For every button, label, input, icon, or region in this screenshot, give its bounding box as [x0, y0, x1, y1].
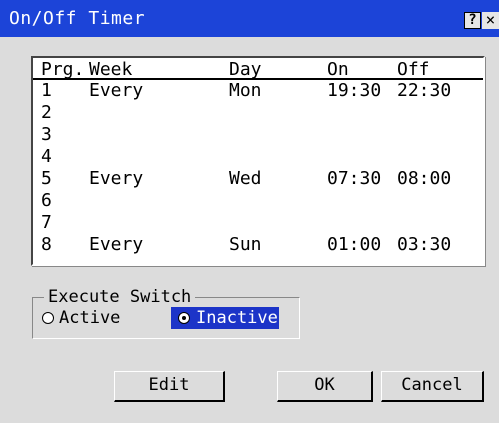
column-header-prg: Prg. — [41, 59, 85, 80]
program-week: Every — [89, 234, 144, 255]
radio-unchecked-icon[interactable] — [42, 312, 54, 324]
program-on-time: 19:30 — [327, 80, 382, 101]
radio-inactive-label: Inactive — [196, 308, 278, 328]
program-day: Wed — [229, 168, 262, 189]
program-number: 8 — [41, 234, 52, 255]
timer-program-table: Prg. Week Day On Off 1 Every Mon 19:30 2… — [31, 56, 485, 266]
program-number: 6 — [41, 190, 52, 211]
execute-switch-label: Execute Switch — [44, 287, 196, 307]
program-number: 2 — [41, 102, 52, 123]
ok-button[interactable]: OK — [277, 371, 373, 402]
radio-checked-icon[interactable] — [178, 312, 190, 324]
column-header-off: Off — [397, 59, 430, 80]
table-row[interactable]: 8 Every Sun 01:00 03:30 — [33, 234, 483, 258]
program-off-time: 22:30 — [397, 80, 452, 101]
program-number: 5 — [41, 168, 52, 189]
program-on-time: 07:30 — [327, 168, 382, 189]
table-row[interactable]: 5 Every Wed 07:30 08:00 — [33, 168, 483, 192]
column-header-day: Day — [229, 59, 262, 80]
program-day: Mon — [229, 80, 262, 101]
table-row[interactable]: 6 — [33, 190, 483, 214]
program-off-time: 08:00 — [397, 168, 452, 189]
table-row[interactable]: 4 — [33, 146, 483, 170]
table-row[interactable]: 1 Every Mon 19:30 22:30 — [33, 80, 483, 104]
radio-inactive[interactable]: Inactive — [171, 307, 279, 329]
program-week: Every — [89, 168, 144, 189]
program-day: Sun — [229, 234, 262, 255]
help-icon[interactable]: ? — [464, 12, 481, 29]
program-number: 7 — [41, 212, 52, 233]
program-off-time: 03:30 — [397, 234, 452, 255]
program-number: 4 — [41, 146, 52, 167]
table-row[interactable]: 2 — [33, 102, 483, 126]
window-title: On/Off Timer — [9, 8, 146, 29]
table-row[interactable]: 3 — [33, 124, 483, 148]
program-number: 3 — [41, 124, 52, 145]
program-number: 1 — [41, 80, 52, 101]
edit-button[interactable]: Edit — [114, 371, 225, 402]
on-off-timer-dialog: On/Off Timer ? × Prg. Week Day On Off 1 … — [0, 0, 499, 423]
program-on-time: 01:00 — [327, 234, 382, 255]
table-row[interactable]: 7 — [33, 212, 483, 236]
radio-active-label: Active — [59, 308, 121, 328]
title-bar: On/Off Timer ? × — [0, 0, 499, 37]
close-icon[interactable]: × — [482, 12, 499, 29]
column-header-on: On — [327, 59, 349, 80]
cancel-button[interactable]: Cancel — [381, 371, 484, 402]
table-header: Prg. Week Day On Off — [33, 58, 483, 80]
program-week: Every — [89, 80, 144, 101]
column-header-week: Week — [89, 59, 133, 80]
